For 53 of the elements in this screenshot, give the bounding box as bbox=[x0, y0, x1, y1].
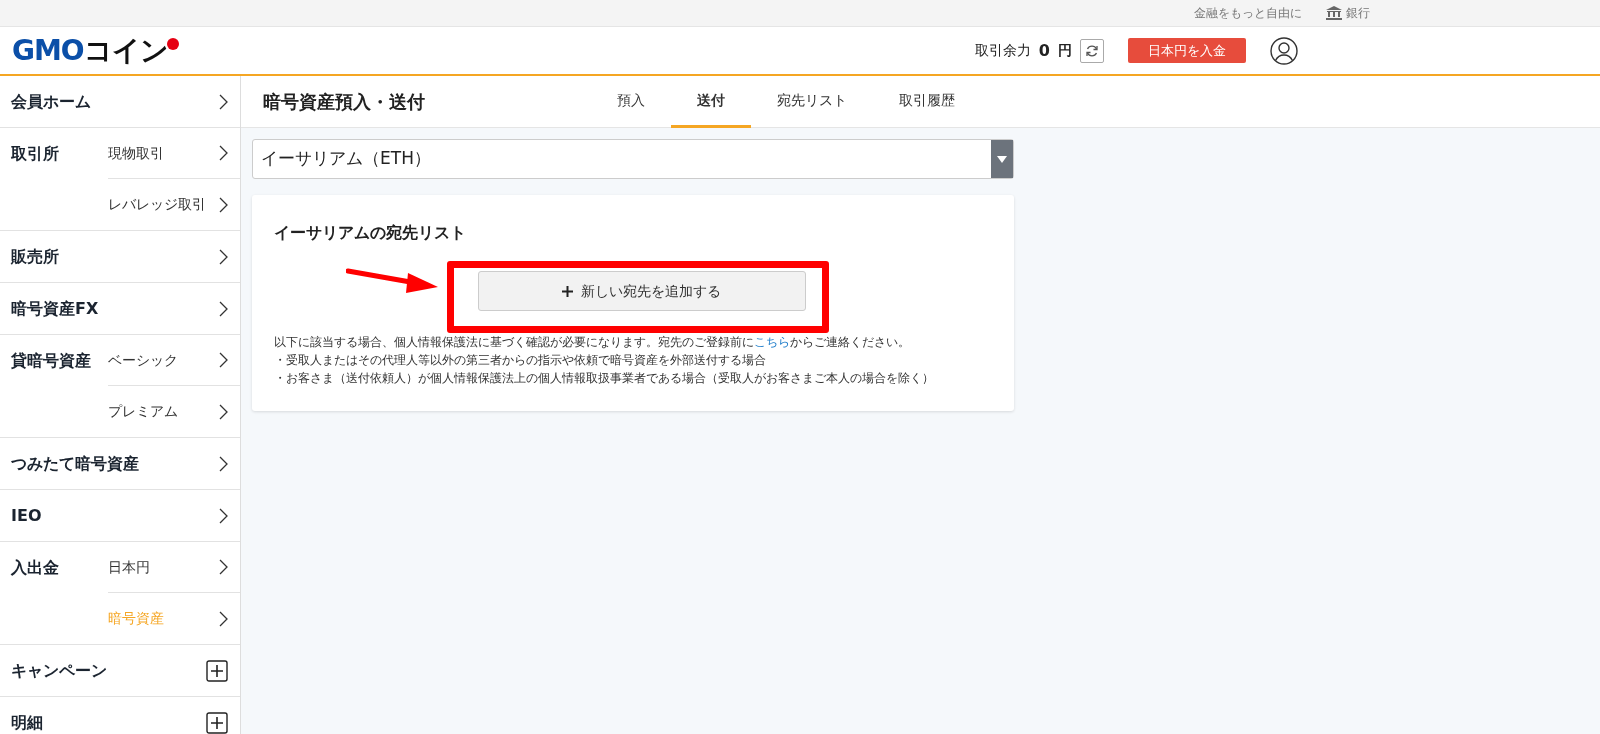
card-title: イーサリアムの宛先リスト bbox=[274, 222, 467, 244]
chevron-right-icon bbox=[219, 248, 228, 265]
caret-icon bbox=[997, 155, 1007, 163]
chevron-right-icon bbox=[219, 507, 228, 524]
add-address-button[interactable]: 新しい宛先を追加する bbox=[477, 271, 806, 311]
sidebar-item[interactable]: 販売所 bbox=[0, 231, 240, 282]
plus-square-icon bbox=[206, 659, 228, 682]
chevron-right-icon bbox=[219, 196, 228, 213]
tab[interactable]: 宛先リスト bbox=[751, 75, 873, 128]
sidebar-item[interactable]: 暗号資産FX bbox=[0, 283, 240, 334]
tab[interactable]: 送付 bbox=[671, 75, 751, 128]
refresh-button[interactable] bbox=[1080, 38, 1104, 63]
sidebar-section-label: 入出金 bbox=[10, 557, 60, 579]
sidebar-subitem[interactable]: プレミアム bbox=[108, 386, 240, 437]
deposit-button[interactable]: 日本円を入金 bbox=[1128, 37, 1246, 64]
balance-unit: 円 bbox=[1058, 41, 1072, 60]
chevron-right-icon bbox=[219, 93, 228, 110]
contact-link[interactable]: こちら bbox=[754, 335, 790, 349]
currency-select[interactable]: イーサリアム（ETH） bbox=[252, 139, 1014, 179]
sidebar-item[interactable]: つみたて暗号資産 bbox=[0, 438, 240, 489]
sidebar-item[interactable]: 明細 bbox=[0, 697, 240, 734]
logo[interactable]: GMOコイン bbox=[12, 36, 180, 65]
balance-label: 取引余力 bbox=[974, 41, 1031, 60]
page-title: 暗号資産預入・送付 bbox=[263, 90, 426, 114]
refresh-icon bbox=[1085, 43, 1099, 58]
sidebar-item[interactable]: 会員ホーム bbox=[0, 76, 240, 127]
notice-bullet: ・お客さま（送付依頼人）が個人情報保護法上の個人情報取扱事業者である場合（受取人がお客さまご本人の場合を除く） bbox=[274, 370, 935, 387]
sidebar-section-label: 貸暗号資産 bbox=[10, 350, 92, 372]
user-icon[interactable] bbox=[1270, 36, 1298, 65]
chevron-right-icon bbox=[219, 300, 228, 317]
chevron-right-icon bbox=[219, 352, 228, 368]
sidebar-item[interactable]: キャンペーン bbox=[0, 645, 240, 696]
chevron-right-icon bbox=[219, 403, 228, 420]
tagline: 金融をもっと自由に bbox=[1194, 5, 1302, 22]
tab[interactable]: 取引履歴 bbox=[873, 75, 981, 128]
chevron-right-icon bbox=[219, 145, 228, 161]
bank-icon bbox=[1326, 6, 1342, 20]
sidebar-subitem[interactable]: レバレッジ取引 bbox=[108, 179, 240, 230]
sidebar-subitem[interactable]: 日本円 bbox=[108, 542, 240, 593]
plus-square-icon bbox=[206, 711, 228, 734]
sidebar-item[interactable]: IEO bbox=[0, 490, 240, 541]
balance-value: 0 bbox=[1038, 39, 1050, 62]
sidebar-section-label: 取引所 bbox=[10, 143, 60, 165]
plus-icon bbox=[562, 285, 573, 297]
notice-text: 以下に該当する場合、個人情報保護法に基づく確認が必要になります。宛先のご登録前にこちらからご連絡ください。 bbox=[274, 334, 911, 351]
tab[interactable]: 預入 bbox=[591, 75, 671, 128]
chevron-right-icon bbox=[219, 610, 228, 627]
chevron-right-icon bbox=[219, 455, 228, 472]
sidebar-subitem[interactable]: ベーシック bbox=[108, 335, 240, 386]
sidebar-subitem[interactable]: 現物取引 bbox=[108, 128, 240, 179]
chevron-right-icon bbox=[219, 559, 228, 575]
notice-bullet: ・受取人またはその代理人等以外の第三者からの指示や依頼で暗号資産を外部送付する場合 bbox=[274, 352, 767, 369]
bank-link[interactable]: 銀行 bbox=[1346, 4, 1370, 22]
